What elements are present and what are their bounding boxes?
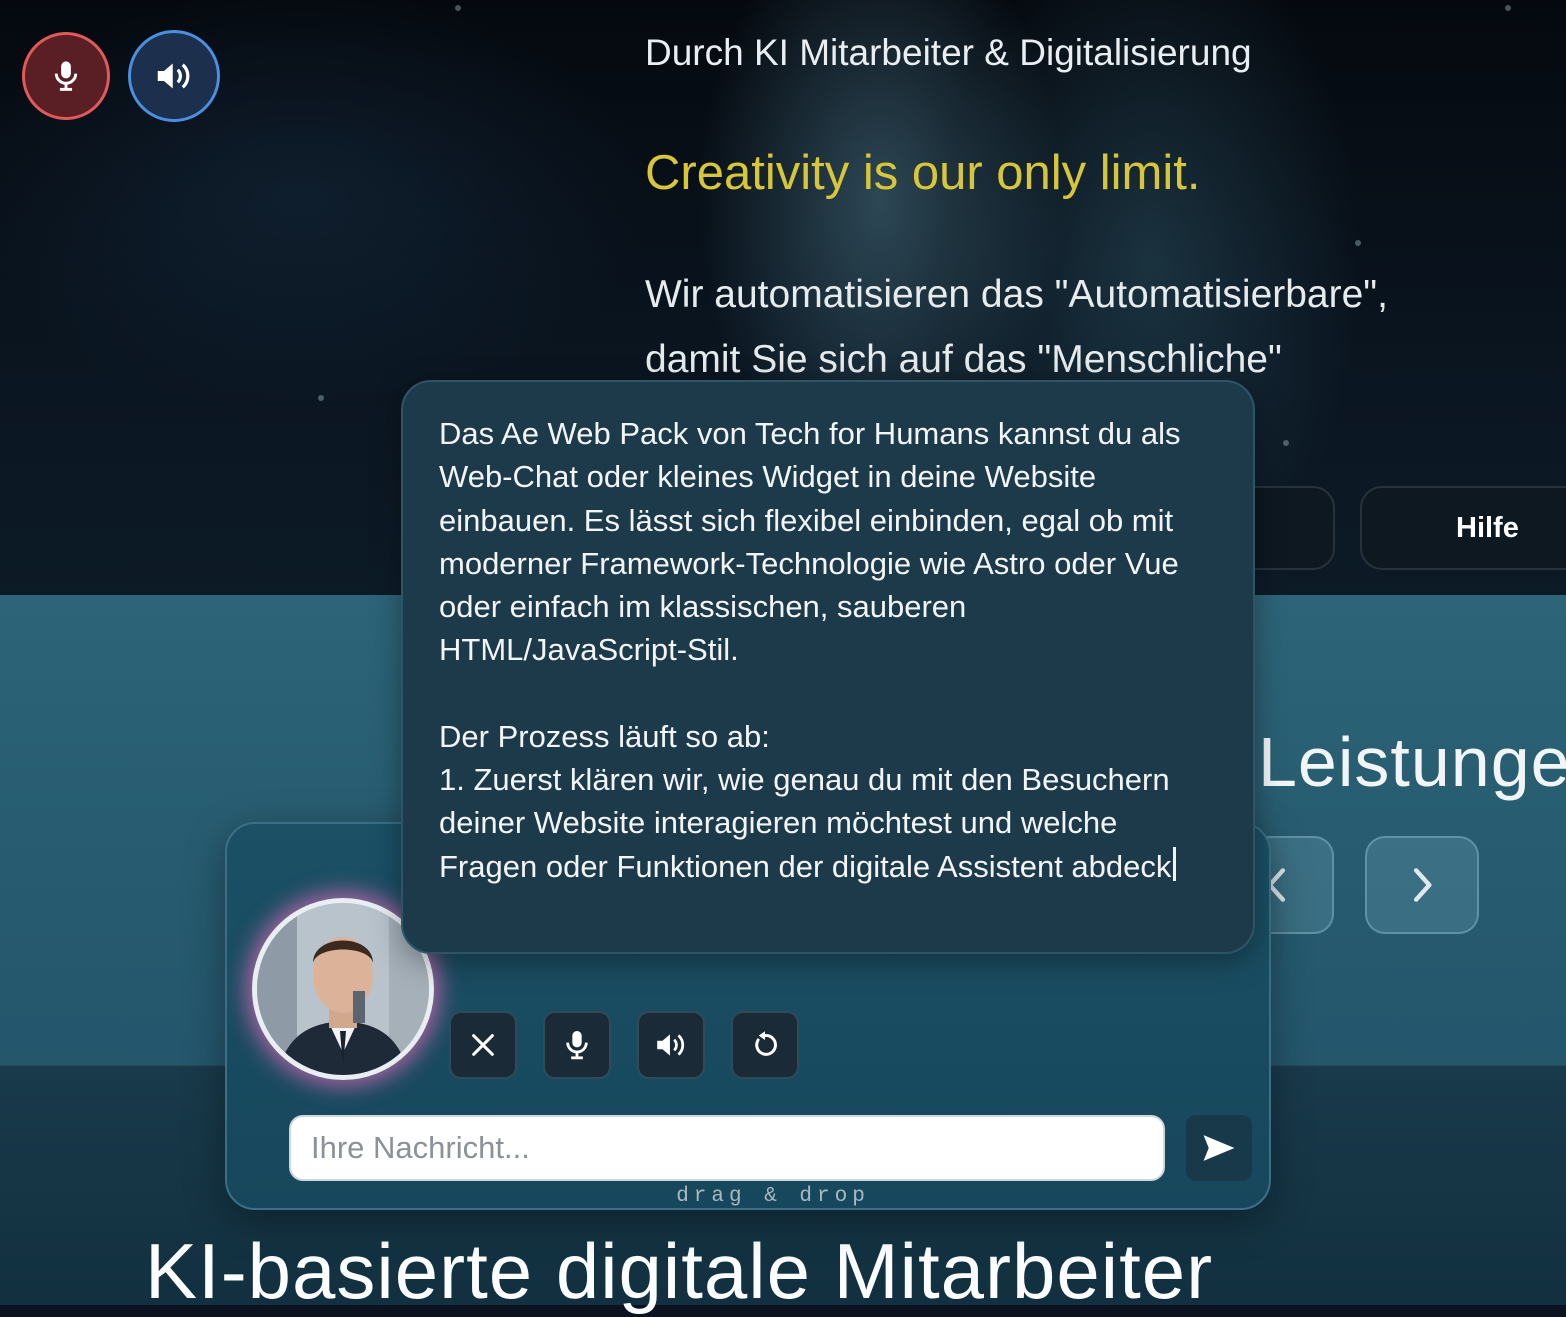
section-title: Leistunge [1258, 723, 1566, 801]
star-dot [1283, 440, 1289, 446]
star-dot [455, 5, 461, 11]
star-dot [1505, 5, 1511, 11]
mic-icon [54, 61, 78, 91]
drag-handle-label[interactable]: drag & drop [0, 1185, 1546, 1208]
carousel-next-button[interactable] [1365, 836, 1479, 934]
hero-subtitle: Wir automatisieren das "Automatisierbare… [645, 262, 1525, 392]
message-paragraph: Das Ae Web Pack von Tech for Humans kann… [439, 416, 1181, 668]
section-headline: KI-basierte digitale Mitarbeiter [145, 1227, 1214, 1315]
message-text: 1. Zuerst klären wir, wie genau du mit d… [439, 762, 1172, 884]
close-icon [472, 1034, 494, 1056]
typing-cursor [1173, 846, 1177, 881]
help-button[interactable]: Hilfe [1360, 486, 1566, 570]
chat-message-input[interactable] [289, 1115, 1165, 1181]
chevron-right-icon [1413, 868, 1432, 902]
chat-mic-button[interactable] [543, 1011, 611, 1079]
star-dot [318, 395, 324, 401]
hero-slogan: Creativity is our only limit. [645, 146, 1201, 200]
send-button[interactable] [1186, 1115, 1252, 1181]
send-icon [1203, 1135, 1235, 1161]
message-paragraph: Der Prozess läuft so ab: [439, 718, 770, 754]
message-paragraph-streaming: 1. Zuerst klären wir, wie genau du mit d… [439, 758, 1217, 888]
speaker-icon [657, 1034, 685, 1056]
help-button-label: Hilfe [1456, 511, 1519, 544]
mic-icon [566, 1031, 588, 1060]
chat-speaker-button[interactable] [637, 1011, 705, 1079]
hero-title: Durch KI Mitarbeiter & Digitalisierung [645, 32, 1252, 73]
chat-reset-button[interactable] [731, 1011, 799, 1079]
star-dot [1355, 240, 1361, 246]
reload-icon [755, 1031, 777, 1056]
hero-subtitle-line: Wir automatisieren das "Automatisierbare… [645, 273, 1388, 316]
assistant-message-bubble: Das Ae Web Pack von Tech for Humans kann… [401, 380, 1255, 954]
close-chat-button[interactable] [449, 1011, 517, 1079]
speaker-icon [157, 63, 190, 89]
mic-toggle-button[interactable] [22, 32, 110, 120]
speaker-toggle-button[interactable] [128, 30, 220, 122]
